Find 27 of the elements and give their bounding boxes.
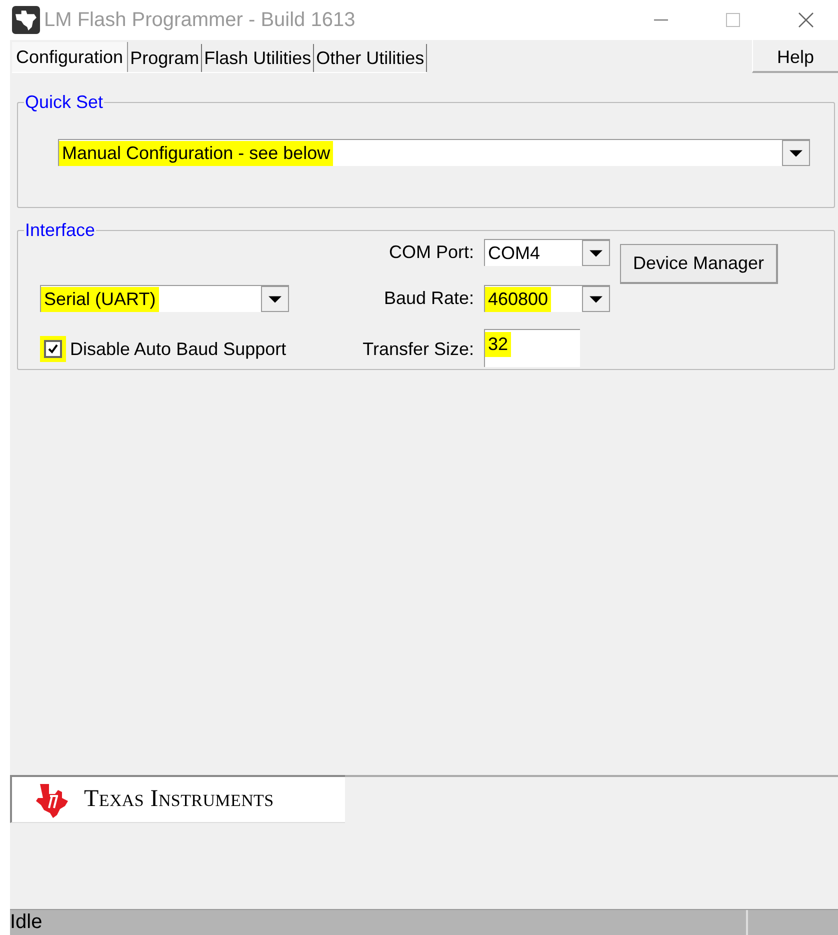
field-label: COM Port: (388, 242, 474, 262)
tab[interactable]: Configuration (12, 42, 128, 72)
field-label: Baud Rate: (384, 288, 474, 308)
company-logo-text: Texas Instruments (84, 786, 274, 813)
interface-dropdown[interactable]: Serial (UART) (40, 285, 289, 312)
checkbox[interactable] (40, 336, 66, 362)
checkbox-label: Disable Auto Baud Support (70, 338, 286, 360)
quick-set-dropdown[interactable]: Manual Configuration - see below (58, 139, 810, 166)
group-title: Quick Set (24, 92, 104, 113)
field-label: Transfer Size: (362, 338, 474, 360)
transfer-size-field[interactable]: 32 (484, 329, 580, 367)
dropdown-value: COM4 (487, 242, 542, 264)
window-title: LM Flash Programmer - Build 1613 (44, 8, 356, 32)
dropdown-value: 460800 (485, 286, 552, 312)
app-logo-icon (12, 6, 40, 34)
field-value: 32 (485, 332, 512, 357)
tab[interactable]: Other Utilities (314, 44, 428, 72)
close-icon[interactable] (798, 12, 814, 28)
dropdown-value: Manual Configuration - see below (59, 140, 334, 166)
com-port-dropdown[interactable]: COM4 (484, 239, 610, 266)
dropdown-value: Serial (UART) (41, 286, 159, 312)
baud-rate-dropdown[interactable]: 460800 (484, 285, 610, 312)
group-title: Interface (24, 220, 96, 241)
device-manager-button[interactable]: Device Manager (620, 244, 778, 284)
status-text: Idle (10, 911, 42, 934)
help-button[interactable]: Help (752, 40, 838, 73)
checkmark-icon (47, 343, 59, 355)
